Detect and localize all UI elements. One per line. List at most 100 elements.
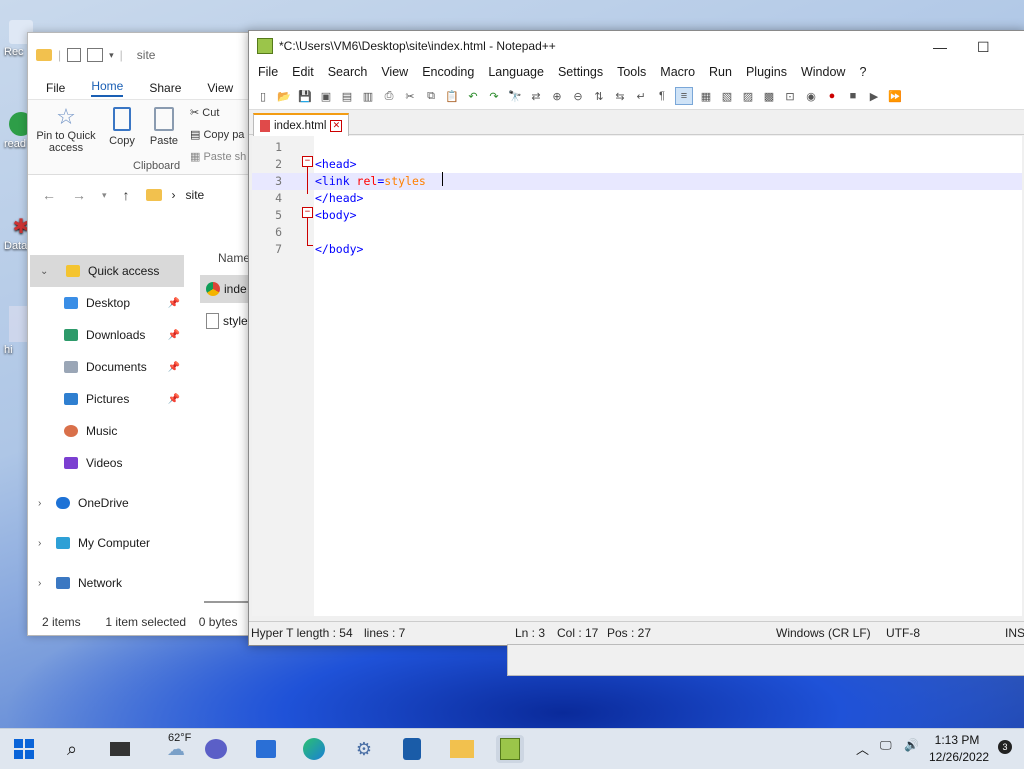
maximize-icon[interactable]: ☐ [977,39,990,56]
show-all-characters-icon[interactable]: ¶ [654,88,670,104]
edge-icon[interactable] [300,735,328,763]
chevron-down-icon[interactable]: ▾ [109,50,114,61]
fold-collapse-icon[interactable]: − [302,207,313,218]
stop-macro-icon[interactable]: ■ [845,88,861,104]
menu-language[interactable]: Language [481,65,551,79]
print-icon[interactable]: ⎙ [381,88,397,104]
tab-share[interactable]: Share [149,81,181,95]
nav-onedrive[interactable]: › OneDrive [28,487,188,519]
replace-icon[interactable]: ⇄ [528,88,544,104]
record-macro-icon[interactable]: ● [824,88,840,104]
language-define-icon[interactable]: ▦ [698,88,714,104]
tab-home[interactable]: Home [91,79,124,97]
nav-desktop[interactable]: Desktop 📌 [28,287,188,319]
insert-mode[interactable]: INS [1005,626,1024,640]
store-icon[interactable] [252,735,280,763]
code-line[interactable]: 7 </body> [252,241,1022,258]
notification-icon[interactable]: 3 [998,739,1012,754]
chevron-right-icon[interactable]: › [38,498,41,509]
properties-icon[interactable] [67,48,82,62]
nav-downloads[interactable]: Downloads 📌 [28,319,188,351]
search-icon[interactable]: ⌕ [58,735,86,763]
up-arrow-icon[interactable]: ↑ [123,187,130,203]
code-line[interactable]: 3 <link rel=styles [252,173,1022,190]
chevron-down-icon[interactable]: ⌄ [40,266,48,277]
menu-plugins[interactable]: Plugins [739,65,794,79]
chevron-right-icon[interactable]: › [38,578,41,589]
open-file-icon[interactable]: 📂 [276,88,292,104]
new-file-icon[interactable]: ▯ [255,88,271,104]
clock[interactable]: 1:13 PM 12/26/2022 [929,733,989,764]
run-macro-multiple-icon[interactable]: ⏩ [887,88,903,104]
copy-icon[interactable]: ⧉ [423,88,439,104]
app-pinned-icon[interactable] [398,735,426,763]
recent-chevron-icon[interactable]: ▾ [102,190,107,201]
line-ending[interactable]: Windows (CR LF) [776,626,871,640]
paste-icon[interactable]: 📋 [444,88,460,104]
nav-pictures[interactable]: Pictures 📌 [28,383,188,415]
pin-icon[interactable]: 📌 [168,298,180,309]
forward-arrow-icon[interactable]: → [72,187,86,203]
save-all-icon[interactable]: ▣ [318,88,334,104]
tab-view[interactable]: View [207,81,233,95]
file-explorer-icon[interactable] [448,735,476,763]
chevron-right-icon[interactable]: › [38,538,41,549]
undo-icon[interactable]: ↶ [465,88,481,104]
menu-view[interactable]: View [374,65,415,79]
file-encoding[interactable]: UTF-8 [886,626,920,640]
menu-window[interactable]: Window [794,65,852,79]
play-macro-icon[interactable]: ▶ [866,88,882,104]
eye-icon[interactable]: ◉ [803,88,819,104]
tab-file[interactable]: File [46,81,65,95]
sync-vertical-icon[interactable]: ⇅ [591,88,607,104]
fold-collapse-icon[interactable]: − [302,156,313,167]
menu-help[interactable]: ? [852,65,873,79]
close-all-icon[interactable]: ▥ [360,88,376,104]
pin-icon[interactable]: 📌 [168,362,180,373]
task-view-icon[interactable] [106,735,134,763]
network-icon[interactable]: 🖵 [880,738,892,753]
nav-documents[interactable]: Documents 📌 [28,351,188,383]
menu-encoding[interactable]: Encoding [415,65,481,79]
file-item[interactable]: inde [200,275,250,303]
nav-network[interactable]: › Network [28,567,188,599]
code-line[interactable]: 5 <body> [252,207,1022,224]
notepad-plus-plus-icon[interactable] [496,735,524,763]
code-line[interactable]: 1 [252,139,1022,156]
nav-quick-access[interactable]: ⌄ Quick access [30,255,184,287]
new-folder-icon[interactable] [87,48,104,62]
speaker-icon[interactable]: 🔊 [904,738,919,752]
chevron-up-icon[interactable]: ︿ [856,739,869,758]
code-line[interactable]: 2 <head> [252,156,1022,173]
close-tab-icon[interactable]: ✕ [330,119,343,132]
tab-index-html[interactable]: index.html ✕ [253,113,350,136]
paste-shortcut-button[interactable]: ▦ Paste sh [190,150,246,163]
weather-widget[interactable]: ☁ 62°F [154,732,198,763]
word-wrap-icon[interactable]: ↵ [633,88,649,104]
pin-to-quick-access-button[interactable]: ☆ Pin to Quick access [34,104,98,154]
chat-icon[interactable] [202,735,230,763]
paste-button[interactable]: Paste [146,104,182,147]
zoom-in-icon[interactable]: ⊕ [549,88,565,104]
menu-search[interactable]: Search [321,65,375,79]
menu-macro[interactable]: Macro [653,65,702,79]
menu-file[interactable]: File [251,65,285,79]
close-file-icon[interactable]: ▤ [339,88,355,104]
find-icon[interactable]: 🔭 [507,88,523,104]
folder-workspace-icon[interactable]: ▩ [761,88,777,104]
cut-icon[interactable]: ✂ [402,88,418,104]
pin-icon[interactable]: 📌 [168,394,180,405]
copy-button[interactable]: Copy [104,104,140,147]
menu-run[interactable]: Run [702,65,739,79]
pin-icon[interactable]: 📌 [168,330,180,341]
code-editor[interactable]: 1 2 <head> 3 <link rel=styles 4 </head> 5 <body>… [252,136,1022,616]
nav-music[interactable]: Music [28,415,188,447]
doc-map-icon[interactable]: ▧ [719,88,735,104]
copy-path-button[interactable]: ▤ Copy pa [190,128,244,141]
file-item[interactable]: style [200,307,250,335]
save-icon[interactable]: 💾 [297,88,313,104]
code-line[interactable]: 4 </head> [252,190,1022,207]
breadcrumb[interactable]: › site [145,188,204,202]
back-arrow-icon[interactable]: ← [42,187,56,203]
monitoring-icon[interactable]: ⊡ [782,88,798,104]
